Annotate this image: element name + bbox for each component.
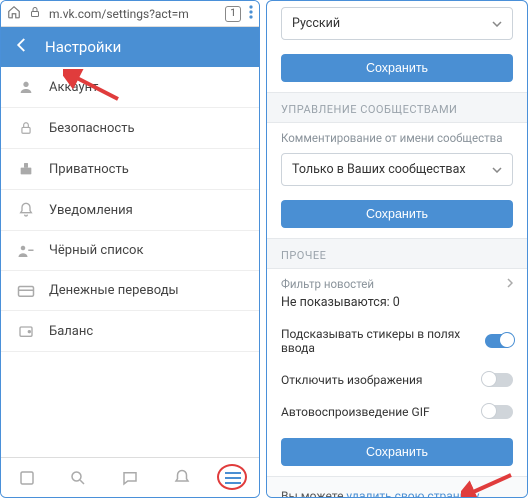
save-button[interactable]: Сохранить: [281, 200, 513, 228]
select-value: Русский: [292, 16, 340, 31]
sidebar-item-blacklist[interactable]: Чёрный список: [1, 231, 259, 271]
nav-notif-icon[interactable]: [172, 469, 192, 487]
wallet-icon: [17, 323, 35, 339]
sidebar-item-money[interactable]: Денежные переводы: [1, 271, 259, 311]
address-bar: m.vk.com/settings?act=m 1: [1, 1, 259, 27]
page-title: Настройки: [45, 38, 121, 56]
toggle-switch[interactable]: [483, 373, 513, 387]
lock-icon: [29, 6, 41, 21]
item-label: Приватность: [49, 162, 129, 177]
save-button[interactable]: Сохранить: [281, 54, 513, 82]
tab-count-badge[interactable]: 1: [225, 6, 241, 22]
settings-header: Настройки: [1, 27, 259, 67]
item-label: Аккаунт: [49, 80, 98, 95]
sidebar-item-notifications[interactable]: Уведомления: [1, 190, 259, 231]
language-select[interactable]: Русский: [281, 7, 513, 40]
delete-page-link[interactable]: удалить свою страницу.: [346, 489, 482, 498]
blacklist-icon: [17, 244, 35, 258]
comment-label: Комментирование от имени сообщества: [267, 123, 527, 149]
home-icon[interactable]: [7, 5, 21, 22]
section-other: ПРОЧЕЕ: [267, 238, 527, 269]
bottom-nav: [1, 457, 259, 497]
nav-menu-icon[interactable]: [223, 471, 243, 485]
back-arrow-icon[interactable]: [13, 36, 31, 58]
chevron-right-icon: [507, 277, 513, 291]
nav-news-icon[interactable]: [17, 469, 37, 487]
url-text[interactable]: m.vk.com/settings?act=m: [49, 7, 217, 21]
toggle-stickers[interactable]: Подсказывать стикеры в полях ввода: [267, 318, 527, 364]
bell-icon: [17, 202, 35, 218]
filter-label: Фильтр новостей: [267, 269, 527, 295]
delete-page-footer: Вы можете удалить свою страницу.: [267, 476, 527, 498]
card-icon: [17, 284, 35, 298]
nav-search-icon[interactable]: [68, 469, 88, 487]
comment-select[interactable]: Только в Ваших сообществах: [281, 153, 513, 186]
item-label: Уведомления: [49, 203, 133, 218]
sidebar-item-balance[interactable]: Баланс: [1, 311, 259, 352]
browser-menu-icon[interactable]: [249, 5, 253, 22]
toggle-images[interactable]: Отключить изображения: [267, 364, 527, 396]
sidebar-item-account[interactable]: Аккаунт: [1, 67, 259, 108]
left-phone: m.vk.com/settings?act=m 1 Настройки Акка…: [0, 0, 260, 498]
section-communities: УПРАВЛЕНИЕ СООБЩЕСТВАМИ: [267, 92, 527, 123]
item-label: Денежные переводы: [49, 283, 179, 298]
chevron-down-icon: [492, 162, 502, 177]
item-label: Безопасность: [49, 121, 135, 136]
right-phone: Русский Сохранить УПРАВЛЕНИЕ СООБЩЕСТВАМ…: [266, 0, 528, 498]
toggle-gif[interactable]: Автовоспроизведение GIF: [267, 396, 527, 428]
privacy-icon: [17, 161, 35, 177]
user-icon: [17, 79, 35, 95]
item-label: Чёрный список: [49, 243, 143, 258]
toggle-switch[interactable]: [483, 405, 513, 419]
item-label: Баланс: [49, 324, 93, 339]
select-value: Только в Ваших сообществах: [292, 162, 466, 177]
chevron-down-icon: [492, 16, 502, 31]
toggle-switch[interactable]: [485, 334, 513, 348]
sidebar-item-security[interactable]: Безопасность: [1, 108, 259, 149]
filter-value[interactable]: Не показываются: 0: [267, 295, 527, 318]
nav-messages-icon[interactable]: [120, 469, 140, 487]
lock-icon: [17, 120, 35, 136]
settings-list: Аккаунт Безопасность Приватность Уведомл…: [1, 67, 259, 457]
save-button[interactable]: Сохранить: [281, 438, 513, 466]
sidebar-item-privacy[interactable]: Приватность: [1, 149, 259, 190]
